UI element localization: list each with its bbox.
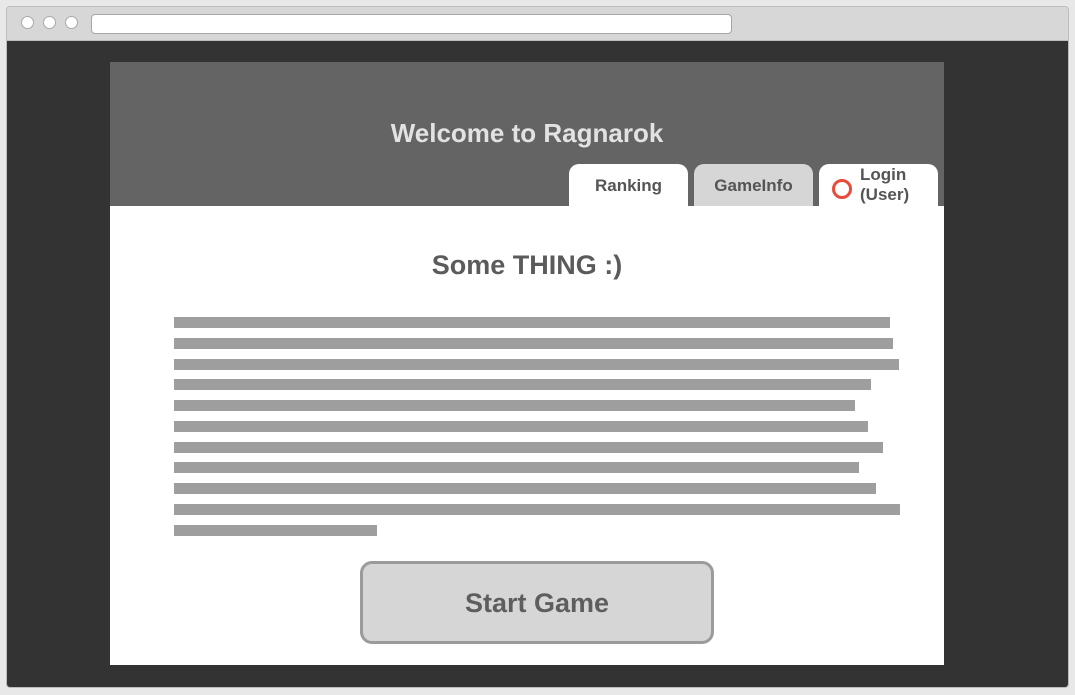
text-placeholder-line — [174, 462, 859, 473]
text-placeholder-line — [174, 504, 900, 515]
tab-login[interactable]: Login (User) — [819, 164, 938, 206]
start-game-button[interactable]: Start Game — [360, 561, 714, 644]
address-bar[interactable] — [91, 14, 732, 34]
text-placeholder-line — [174, 379, 871, 390]
minimize-window-dot[interactable] — [43, 16, 56, 29]
content-heading: Some THING :) — [431, 250, 623, 280]
text-placeholder-line — [174, 483, 876, 494]
maximize-window-dot[interactable] — [65, 16, 78, 29]
tab-gameinfo[interactable]: GameInfo — [694, 164, 813, 206]
close-window-dot[interactable] — [21, 16, 34, 29]
tab-ranking-label: Ranking — [594, 176, 663, 195]
text-placeholder-line — [174, 442, 883, 453]
text-placeholder-line — [174, 400, 855, 411]
browser-viewport: Welcome to Ragnarok Ranking GameInfo Log… — [7, 41, 1068, 687]
web-page: Welcome to Ragnarok Ranking GameInfo Log… — [110, 62, 944, 665]
login-status-icon — [832, 179, 852, 199]
browser-window: Welcome to Ragnarok Ranking GameInfo Log… — [6, 6, 1069, 688]
text-placeholder-line — [174, 421, 868, 432]
text-placeholder-line — [174, 525, 377, 536]
browser-titlebar — [7, 7, 1068, 41]
site-title: Welcome to Ragnarok — [390, 118, 664, 148]
text-placeholder-line — [174, 317, 890, 328]
tab-login-label: Login (User) — [860, 165, 910, 204]
tab-gameinfo-label: GameInfo — [714, 176, 793, 195]
text-placeholder-line — [174, 338, 893, 349]
text-placeholder-line — [174, 359, 899, 370]
tab-ranking[interactable]: Ranking — [569, 164, 688, 206]
header-banner: Welcome to Ragnarok Ranking GameInfo Log… — [110, 62, 944, 206]
